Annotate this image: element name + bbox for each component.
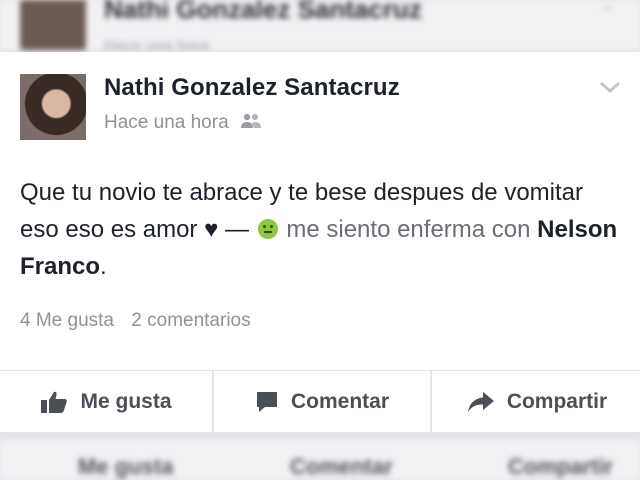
feeling-dash: — <box>225 216 250 243</box>
chevron-down-icon[interactable] <box>598 80 622 94</box>
comment-label: Comentar <box>290 390 390 413</box>
previous-post-time: Hace una hora <box>104 38 209 50</box>
share-button[interactable]: Compartir <box>432 371 640 433</box>
post-stats: 4 Me gusta 2 comentarios <box>20 310 251 332</box>
post-period: . <box>100 253 107 280</box>
post-text: Que tu novio te abrace y te bese despues… <box>20 174 620 285</box>
likes-count[interactable]: 4 Me gusta <box>20 310 114 331</box>
thumbs-up-icon <box>41 391 68 413</box>
next-comment-label: Comentar <box>290 454 393 479</box>
author-avatar[interactable] <box>20 74 86 140</box>
post-action-bar: Me gusta Comentar Compartir <box>0 370 640 433</box>
like-label: Me gusta <box>80 390 172 413</box>
previous-post-header: Nathi Gonzalez Santacruz Hace una hora ⌄ <box>0 0 640 50</box>
next-share-label: Compartir <box>508 454 614 479</box>
comment-button[interactable]: Comentar <box>212 371 432 433</box>
post-meta: Hace una hora <box>104 112 262 134</box>
previous-post-author: Nathi Gonzalez Santacruz <box>104 0 422 24</box>
share-label: Compartir <box>506 390 608 413</box>
friends-icon <box>240 113 261 128</box>
post-card: Nathi Gonzalez Santacruz Hace una hora Q… <box>0 52 640 433</box>
heart-icon: ♥ <box>204 216 219 243</box>
post-time[interactable]: Hace una hora <box>104 112 229 133</box>
comment-icon <box>256 392 277 412</box>
next-like-label: Me gusta <box>78 454 174 479</box>
share-arrow-icon <box>467 392 494 412</box>
sick-emoji-icon <box>257 219 278 239</box>
previous-post-avatar <box>20 0 86 50</box>
next-post-action-bar: Me gusta Comentar Compartir <box>0 440 640 480</box>
like-button[interactable]: Me gusta <box>0 371 212 433</box>
post-author[interactable]: Nathi Gonzalez Santacruz <box>104 74 400 102</box>
previous-post-chevron-icon: ⌄ <box>600 0 616 14</box>
comments-count[interactable]: 2 comentarios <box>131 310 250 331</box>
feeling-text: me siento enferma con <box>286 216 531 243</box>
